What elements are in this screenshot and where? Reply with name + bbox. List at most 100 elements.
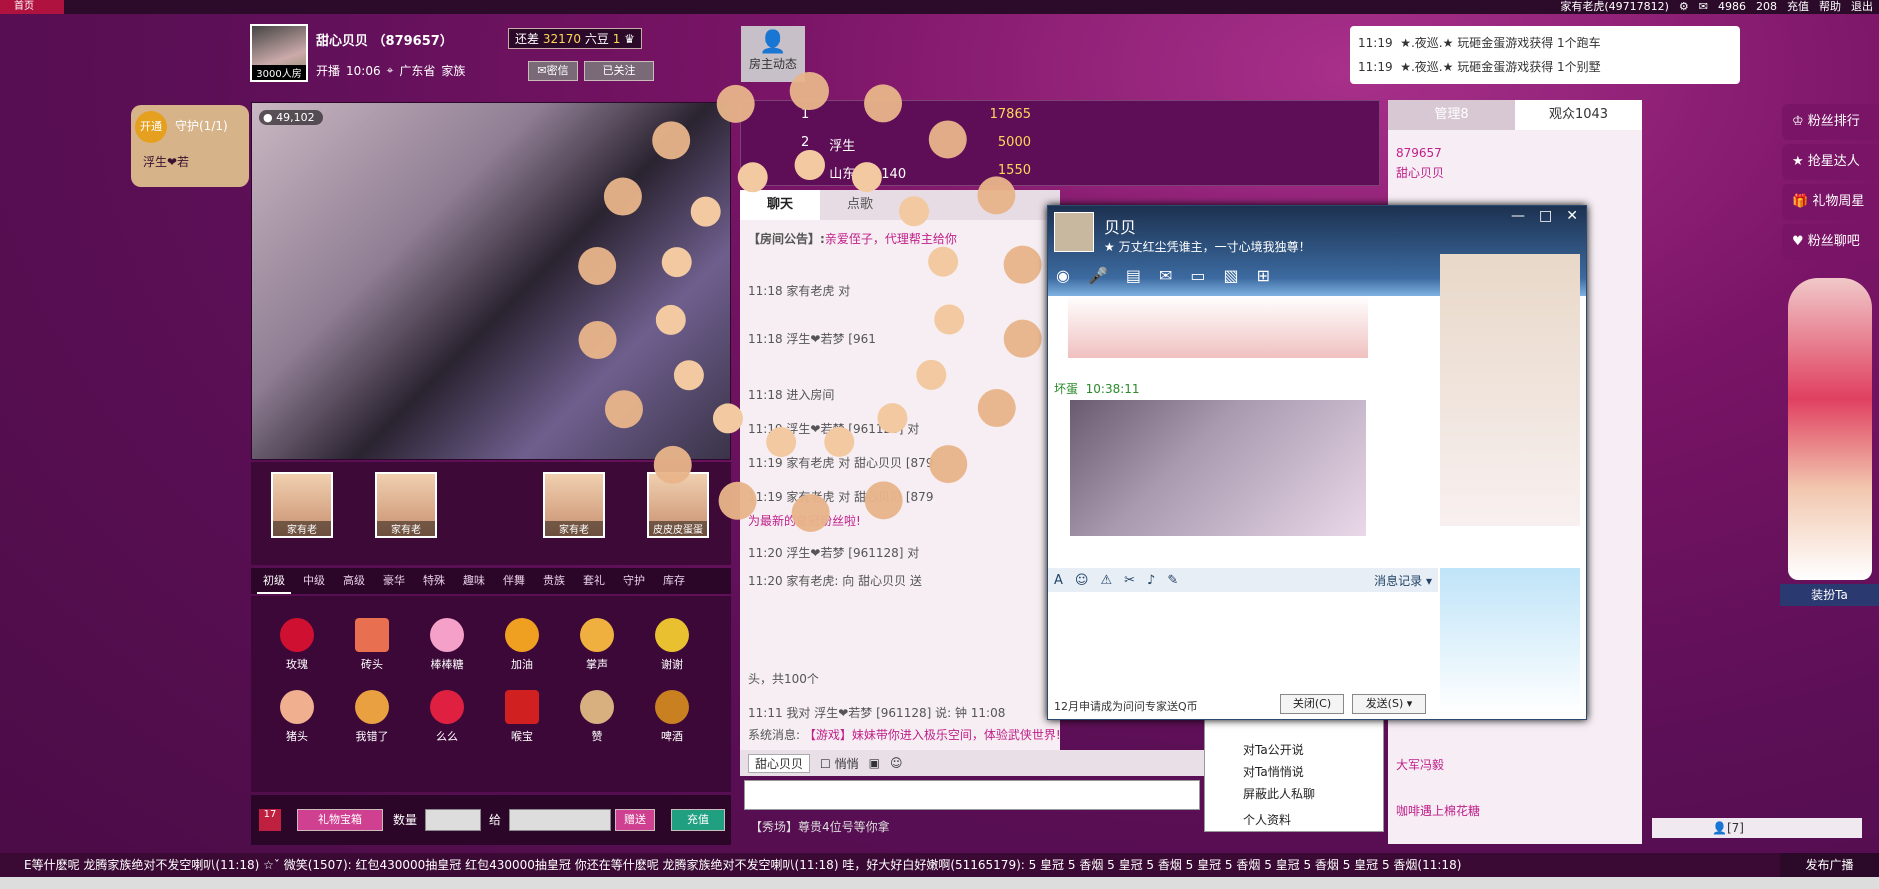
tab-gift-10[interactable]: 库存 xyxy=(657,568,691,594)
picture-icon[interactable]: ▧ xyxy=(1224,266,1239,285)
gift-item[interactable]: 赞 xyxy=(567,686,627,746)
guard-user[interactable]: 浮生❤若 xyxy=(143,153,189,170)
crown-icon: ♛ xyxy=(624,32,635,46)
gift-item[interactable]: 砖头 xyxy=(342,614,402,674)
qq-send-button[interactable]: 发送(S) ▾ xyxy=(1352,694,1426,714)
open-guard-button[interactable]: 开通 xyxy=(135,111,167,143)
online-count: 👤[7] xyxy=(1652,818,1862,838)
gift-box-button[interactable]: 礼物宝箱 xyxy=(297,809,383,831)
maximize-icon[interactable]: □ xyxy=(1539,208,1552,224)
menu-profile[interactable]: 个人资料 xyxy=(1243,811,1291,828)
gift-item[interactable]: 啤酒 xyxy=(642,686,702,746)
recharge-link[interactable]: 充值 xyxy=(1787,0,1809,14)
menu-block-user[interactable]: 屏蔽此人私聊 xyxy=(1243,785,1315,802)
tab-audience[interactable]: 观众1043 xyxy=(1515,100,1642,130)
history-button[interactable]: 消息记录 ▾ xyxy=(1374,572,1432,589)
logout-link[interactable]: 退出 xyxy=(1851,0,1873,14)
emoji-icon[interactable]: ☺ xyxy=(1075,573,1089,588)
message-button[interactable]: ✉密信 xyxy=(528,61,578,81)
user-row[interactable]: 咖啡遇上棉花糖 xyxy=(1396,802,1480,819)
gift-item[interactable]: 谢谢 xyxy=(642,614,702,674)
gear-icon[interactable]: ⚙ xyxy=(1679,0,1689,14)
gift-item[interactable]: 加油 xyxy=(492,614,552,674)
tab-gift-5[interactable]: 趣味 xyxy=(457,568,491,594)
private-checkbox[interactable]: ☐ 悄悄 xyxy=(820,755,859,772)
gift-week-button[interactable]: 🎁 礼物周星 xyxy=(1782,184,1879,220)
screenshot-image[interactable] xyxy=(1070,400,1366,536)
gift-item[interactable]: 棒棒糖 xyxy=(417,614,477,674)
font-icon[interactable]: A xyxy=(1054,573,1063,588)
folder-icon[interactable]: ▤ xyxy=(1126,266,1141,285)
star-rank-button[interactable]: ★ 抢星达人 xyxy=(1782,144,1879,180)
follow-button[interactable]: 已关注 xyxy=(584,61,654,81)
menu-private-chat[interactable]: 对Ta悄悄说 xyxy=(1243,763,1304,780)
shake-icon[interactable]: ⚠ xyxy=(1100,573,1112,588)
screenshot-icon[interactable]: ✂ xyxy=(1124,573,1135,588)
chat-target[interactable]: 甜心贝贝 xyxy=(748,753,811,773)
gift-item[interactable]: 玫瑰 xyxy=(267,614,327,674)
tab-gift-8[interactable]: 套礼 xyxy=(577,568,611,594)
cartoon-avatar[interactable] xyxy=(473,472,509,538)
fan-avatar[interactable]: 家有老 xyxy=(375,472,437,538)
tab-gift-9[interactable]: 守护 xyxy=(617,568,651,594)
qq-ad-text[interactable]: 12月申请成为问问专家送Q币 xyxy=(1054,698,1198,714)
fan-chat-button[interactable]: ♥ 粉丝聊吧 xyxy=(1782,224,1879,260)
show-ad[interactable]: 【秀场】尊贵4位号等你拿 xyxy=(750,818,890,835)
gift-box-icon[interactable]: 17 xyxy=(259,809,281,831)
help-link[interactable]: 帮助 xyxy=(1819,0,1841,14)
avatar-figure[interactable] xyxy=(1788,278,1872,580)
recharge-button[interactable]: 充值 xyxy=(671,809,725,831)
recipient-input[interactable] xyxy=(509,809,611,831)
chat-input[interactable] xyxy=(744,780,1200,810)
video-call-icon[interactable]: ◉ xyxy=(1056,266,1070,285)
qty-input[interactable] xyxy=(425,809,481,831)
fan-rank-button[interactable]: ♔ 粉丝排行 xyxy=(1782,104,1879,140)
tab-gift-6[interactable]: 伴舞 xyxy=(497,568,531,594)
broadcast-button[interactable]: 发布广播 xyxy=(1780,853,1879,877)
mic-icon[interactable]: ♪ xyxy=(1147,573,1155,588)
edit-icon[interactable]: ✎ xyxy=(1167,573,1178,588)
tab-admin[interactable]: 管理8 xyxy=(1388,100,1515,130)
gift-item[interactable]: 我错了 xyxy=(342,686,402,746)
tab-gift-3[interactable]: 豪华 xyxy=(377,568,411,594)
gift-item[interactable]: 喉宝 xyxy=(492,686,552,746)
user-row[interactable]: 大军冯毅 xyxy=(1396,756,1444,773)
tab-gift-2[interactable]: 高级 xyxy=(337,568,371,594)
close-icon[interactable]: ✕ xyxy=(1566,208,1578,224)
fan-avatar[interactable]: 家有老 xyxy=(271,472,333,538)
pig-ring-inner xyxy=(655,150,965,460)
gift-item[interactable]: 么么 xyxy=(417,686,477,746)
gift-item[interactable]: 猪头 xyxy=(267,686,327,746)
brick-icon xyxy=(355,618,389,652)
screen-share-icon[interactable]: ▭ xyxy=(1190,266,1205,285)
viewer-coins: ● 49,102 xyxy=(259,110,323,125)
fan-avatar[interactable]: 家有老 xyxy=(543,472,605,538)
apps-icon[interactable]: ⊞ xyxy=(1257,266,1270,285)
mail-icon[interactable]: ✉ xyxy=(1699,0,1708,14)
anchor-avatar[interactable]: 3000人房 xyxy=(250,24,308,82)
top-bar: 首页 家有老虎(49717812) ⚙ ✉ 4986 208 充值 帮助 退出 xyxy=(0,0,1879,14)
user-row[interactable]: 甜心贝贝 xyxy=(1396,164,1444,181)
contact-avatar[interactable] xyxy=(1054,212,1094,252)
user-icon: 👤 xyxy=(1712,821,1727,835)
tab-gift-7[interactable]: 贵族 xyxy=(537,568,571,594)
qq-close-button[interactable]: 关闭(C) xyxy=(1280,694,1344,714)
tab-gift-0[interactable]: 初级 xyxy=(257,568,291,594)
dress-up-button[interactable]: 装扮Ta xyxy=(1780,584,1879,606)
gift-tabs: 初级 中级 高级 豪华 特殊 趣味 伴舞 贵族 套礼 守护 库存 xyxy=(251,568,731,594)
star-icon: ★ xyxy=(1792,154,1804,169)
user-name[interactable]: 家有老虎(49717812) xyxy=(1560,0,1669,14)
image-icon[interactable]: ▣ xyxy=(869,756,880,770)
home-link[interactable]: 首页 xyxy=(0,0,64,14)
send-gift-button[interactable]: 赠送 xyxy=(615,809,655,831)
minimize-icon[interactable]: — xyxy=(1511,208,1525,224)
message-icon[interactable]: ✉ xyxy=(1159,266,1172,285)
voice-icon[interactable]: 🎤 xyxy=(1088,266,1108,285)
tab-gift-1[interactable]: 中级 xyxy=(297,568,331,594)
user-row[interactable]: 879657 xyxy=(1396,146,1442,160)
smile-icon[interactable]: ☺ xyxy=(890,756,903,770)
gift-item[interactable]: 掌声 xyxy=(567,614,627,674)
menu-public-chat[interactable]: 对Ta公开说 xyxy=(1243,741,1304,758)
tab-gift-4[interactable]: 特殊 xyxy=(417,568,451,594)
qq-message-input[interactable] xyxy=(1048,592,1438,696)
